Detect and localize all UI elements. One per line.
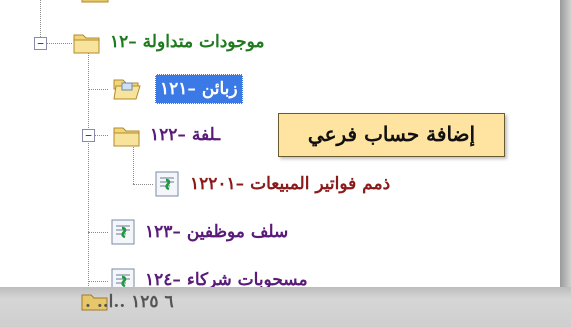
tree-connector bbox=[46, 43, 72, 44]
panel-shadow bbox=[560, 0, 571, 292]
collapse-toggle[interactable]: − bbox=[82, 129, 95, 142]
tree-node-label-partial[interactable]: ٦ ١٢٥ ..ا.. . bbox=[85, 292, 174, 312]
tooltip: إضافة حساب فرعي bbox=[278, 113, 505, 157]
tree-node-label-selected[interactable]: زبائن –١٢١ bbox=[155, 74, 243, 104]
folder-icon bbox=[113, 127, 140, 147]
tree-node-label[interactable]: موجودات متداولة –١٢ bbox=[110, 28, 264, 56]
tree-node-label[interactable]: ـلفة –١٢٢ bbox=[150, 121, 220, 149]
account-doc-icon bbox=[155, 171, 179, 197]
collapse-toggle[interactable]: − bbox=[34, 37, 47, 50]
tree-connector bbox=[133, 143, 134, 184]
account-doc-icon bbox=[111, 219, 135, 245]
tree-connector bbox=[88, 232, 108, 233]
tree-connector bbox=[88, 281, 108, 282]
tree-node-label[interactable]: سلف موظفين –١٢٣ bbox=[145, 218, 288, 246]
tree-connector bbox=[94, 135, 108, 136]
tree-connector bbox=[88, 52, 89, 288]
folder-icon bbox=[81, 0, 109, 3]
account-tree-panel: − موجودات متداولة –١٢ زبائن –١٢١ − ـلفة … bbox=[0, 0, 562, 294]
tree-connector bbox=[133, 184, 153, 185]
folder-icon bbox=[73, 34, 100, 54]
tree-connector bbox=[88, 89, 108, 90]
tree-node-label[interactable]: ذمم فواتير المبيعات –١٢٢٠١ bbox=[190, 170, 390, 198]
folder-open-icon bbox=[113, 79, 141, 100]
